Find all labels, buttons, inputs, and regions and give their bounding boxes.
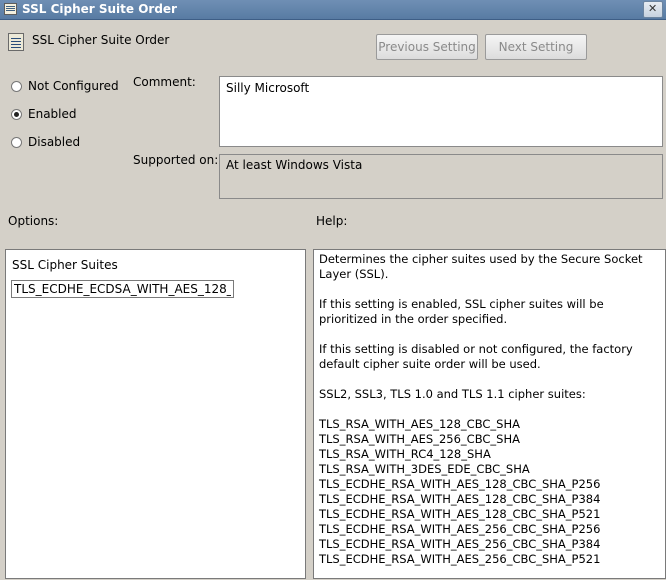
title-bar: SSL Cipher Suite Order ✕ bbox=[0, 0, 666, 20]
next-setting-button[interactable]: Next Setting bbox=[485, 34, 587, 60]
group-policy-dialog: SSL Cipher Suite Order ✕ SSL Cipher Suit… bbox=[0, 0, 666, 580]
cipher-suites-label: SSL Cipher Suites bbox=[12, 258, 118, 272]
cipher-suite-list: TLS_RSA_WITH_AES_128_CBC_SHA TLS_RSA_WIT… bbox=[319, 417, 665, 567]
window-title: SSL Cipher Suite Order bbox=[22, 2, 177, 16]
help-label: Help: bbox=[316, 214, 348, 228]
help-paragraph: SSL2, SSL3, TLS 1.0 and TLS 1.1 cipher s… bbox=[319, 387, 586, 401]
options-panel: SSL Cipher Suites bbox=[5, 249, 306, 579]
cipher-suite-item: TLS_ECDHE_RSA_WITH_AES_128_CBC_SHA_P256 bbox=[319, 477, 601, 491]
help-panel[interactable]: Determines the cipher suites used by the… bbox=[313, 249, 666, 579]
radio-button[interactable] bbox=[11, 109, 22, 120]
cipher-suite-item: TLS_RSA_WITH_RC4_128_SHA bbox=[319, 447, 491, 461]
cipher-suite-item: TLS_RSA_WITH_AES_256_CBC_SHA bbox=[319, 432, 520, 446]
comment-textarea[interactable]: Silly Microsoft bbox=[219, 76, 663, 147]
cipher-suite-item: TLS_ECDHE_RSA_WITH_AES_128_CBC_SHA_P521 bbox=[319, 507, 601, 521]
cipher-suites-input[interactable] bbox=[11, 280, 234, 298]
radio-label: Disabled bbox=[28, 135, 81, 149]
close-icon: ✕ bbox=[648, 2, 658, 15]
radio-label: Enabled bbox=[28, 107, 77, 121]
close-button[interactable]: ✕ bbox=[643, 1, 663, 18]
cipher-suite-item: TLS_ECDHE_RSA_WITH_AES_256_CBC_SHA_P384 bbox=[319, 537, 601, 551]
cipher-suite-item: TLS_ECDHE_RSA_WITH_AES_128_CBC_SHA_P384 bbox=[319, 492, 601, 506]
help-paragraph: If this setting is enabled, SSL cipher s… bbox=[319, 297, 604, 326]
previous-setting-button[interactable]: Previous Setting bbox=[376, 34, 478, 60]
cipher-suite-item: TLS_RSA_WITH_3DES_EDE_CBC_SHA bbox=[319, 462, 530, 476]
policy-icon bbox=[4, 3, 17, 15]
cipher-suite-item: TLS_ECDHE_RSA_WITH_AES_256_CBC_SHA_P521 bbox=[319, 552, 601, 566]
setting-icon bbox=[8, 33, 24, 51]
radio-button[interactable] bbox=[11, 137, 22, 148]
options-label: Options: bbox=[8, 214, 59, 228]
radio-label: Not Configured bbox=[28, 79, 119, 93]
cipher-suite-item: TLS_ECDHE_RSA_WITH_AES_256_CBC_SHA_P256 bbox=[319, 522, 601, 536]
setting-title: SSL Cipher Suite Order bbox=[32, 33, 170, 47]
comment-label: Comment: bbox=[133, 75, 196, 89]
radio-button[interactable] bbox=[11, 81, 22, 92]
help-paragraph: If this setting is disabled or not confi… bbox=[319, 342, 633, 371]
help-paragraph: Determines the cipher suites used by the… bbox=[319, 252, 643, 281]
supported-on-field: At least Windows Vista bbox=[219, 154, 663, 199]
help-text: Determines the cipher suites used by the… bbox=[319, 252, 665, 567]
cipher-suite-item: TLS_RSA_WITH_AES_128_CBC_SHA bbox=[319, 417, 520, 431]
supported-on-label: Supported on: bbox=[133, 153, 219, 167]
